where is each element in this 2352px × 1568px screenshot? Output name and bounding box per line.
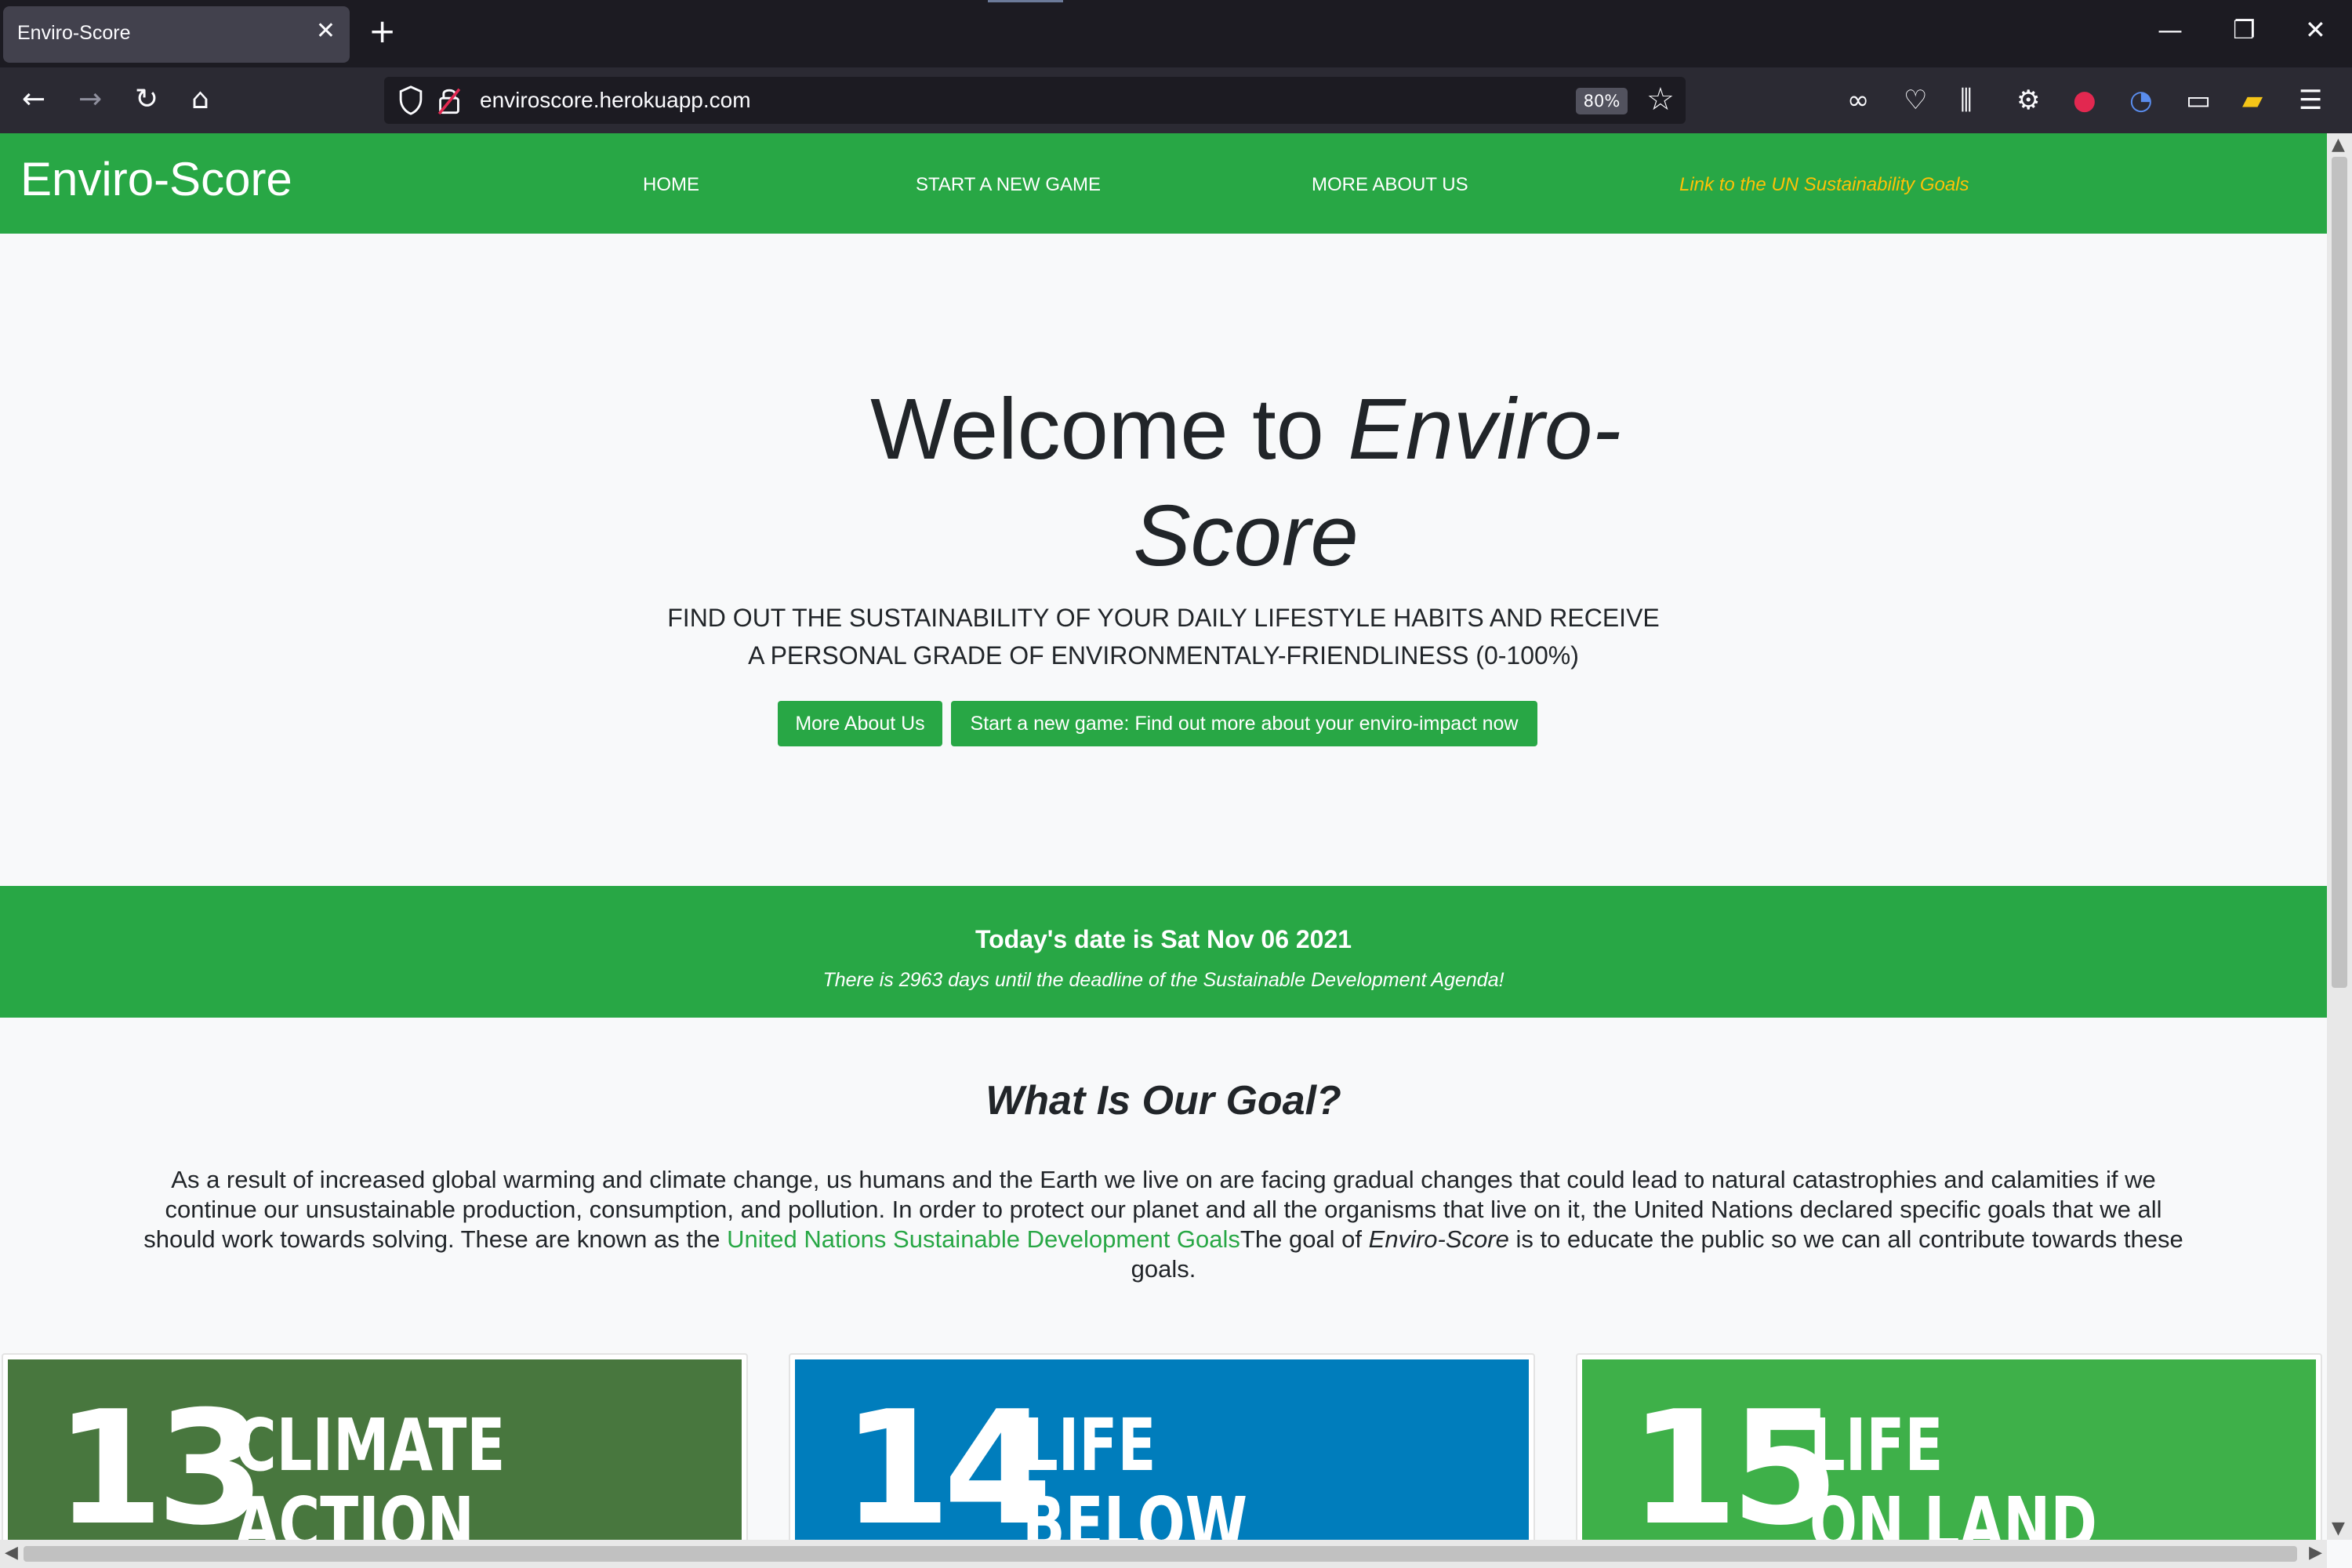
nav-un-goals-link[interactable]: Link to the UN Sustainability Goals bbox=[1679, 174, 1969, 196]
todays-date-text: Today's date is Sat Nov 06 2021 bbox=[975, 925, 1352, 953]
sdg-13-title: CLIMATE ACTION bbox=[235, 1403, 506, 1541]
home-icon[interactable]: ⌂ bbox=[191, 83, 209, 116]
browser-navigation-bar: ← → ↻ ⌂ enviroscore.herokuapp.com 80% ☆ … bbox=[0, 67, 2352, 133]
url-bar[interactable]: enviroscore.herokuapp.com 80% ☆ bbox=[384, 77, 1686, 124]
browser-tab[interactable]: Enviro-Score ✕ bbox=[3, 6, 350, 63]
nav-start-game-link[interactable]: START A NEW GAME bbox=[916, 174, 1101, 196]
forward-arrow-icon[interactable]: → bbox=[78, 83, 102, 116]
more-about-us-button[interactable]: More About Us bbox=[778, 701, 942, 746]
extension-lock-icon[interactable]: ● bbox=[2073, 85, 2096, 116]
sdg-15-title-line1: LIFE bbox=[1809, 1403, 1944, 1487]
deadline-countdown-text: There is 2963 days until the deadline of… bbox=[822, 969, 1504, 991]
nav-home-link[interactable]: HOME bbox=[643, 174, 699, 196]
goal-text-mid: The goal of bbox=[1240, 1225, 1369, 1253]
back-arrow-icon[interactable]: ← bbox=[22, 83, 45, 116]
goal-heading: What Is Our Goal? bbox=[985, 1078, 1341, 1123]
private-mask-icon[interactable]: ∞ bbox=[1847, 85, 1869, 116]
browser-tab-bar: Enviro-Score ✕ + — ❐ ✕ bbox=[0, 0, 2352, 67]
zoom-level-badge[interactable]: 80% bbox=[1576, 88, 1628, 114]
minimize-window-icon[interactable]: — bbox=[2158, 14, 2183, 45]
tab-strip-indicator bbox=[988, 0, 1063, 2]
sdg-13-number: 13 bbox=[55, 1377, 265, 1541]
goal-paragraph: As a result of increased global warming … bbox=[133, 1165, 2194, 1284]
sdg-15-title: LIFE ON LAND bbox=[1809, 1403, 2097, 1541]
sdg-14-title-line2: BELOW WATER bbox=[1022, 1482, 1248, 1541]
scroll-left-arrow-icon[interactable]: ◀ bbox=[5, 1543, 18, 1563]
sdg-13-title-line2: ACTION bbox=[235, 1482, 474, 1541]
sdg-card-14[interactable]: 14 LIFE BELOW WATER bbox=[789, 1353, 1535, 1540]
sdg-15-image: 15 LIFE ON LAND bbox=[1582, 1359, 2316, 1540]
close-window-icon[interactable]: ✕ bbox=[2305, 14, 2326, 45]
vertical-scrollbar[interactable]: ▲ ▼ bbox=[2327, 133, 2352, 1540]
reload-icon[interactable]: ↻ bbox=[135, 83, 158, 116]
sdg-14-title-line1: LIFE bbox=[1022, 1403, 1156, 1487]
sdg-card-13[interactable]: 13 CLIMATE ACTION bbox=[2, 1353, 748, 1540]
shield-icon[interactable] bbox=[397, 85, 425, 116]
restore-window-icon[interactable]: ❐ bbox=[2233, 14, 2256, 45]
un-sdg-link[interactable]: United Nations Sustainable Development G… bbox=[727, 1225, 1240, 1253]
vertical-scroll-thumb[interactable] bbox=[2332, 157, 2347, 988]
hero-title: Welcome to Enviro-Score bbox=[0, 376, 2327, 590]
extension-sync-icon[interactable]: ◔ bbox=[2129, 85, 2153, 116]
url-text[interactable]: enviroscore.herokuapp.com bbox=[480, 88, 751, 113]
reader-view-icon[interactable]: ▭ bbox=[2186, 85, 2211, 116]
sdg-15-title-line2: ON LAND bbox=[1809, 1482, 2097, 1541]
sdg-14-number: 14 bbox=[842, 1377, 1052, 1541]
bookmark-star-icon[interactable]: ☆ bbox=[1646, 82, 1675, 118]
nav-about-link[interactable]: MORE ABOUT US bbox=[1312, 174, 1468, 196]
extension-w-icon[interactable]: ▰ bbox=[2242, 85, 2263, 116]
hamburger-menu-icon[interactable]: ☰ bbox=[2299, 85, 2322, 116]
hero-subtitle: FIND OUT THE SUSTAINABILITY OF YOUR DAIL… bbox=[0, 599, 2327, 674]
start-new-game-button[interactable]: Start a new game: Find out more about yo… bbox=[951, 701, 1537, 746]
pocket-icon[interactable]: ♡ bbox=[1904, 85, 1927, 116]
scroll-down-arrow-icon[interactable]: ▼ bbox=[2332, 1519, 2345, 1538]
new-tab-button[interactable]: + bbox=[368, 14, 396, 49]
site-brand-logo[interactable]: Enviro-Score bbox=[20, 152, 292, 206]
horizontal-scroll-thumb[interactable] bbox=[24, 1546, 2297, 1562]
sdg-15-number: 15 bbox=[1629, 1377, 1839, 1541]
goal-text-brand: Enviro-Score bbox=[1368, 1225, 1509, 1253]
horizontal-scrollbar[interactable]: ◀ ▶ bbox=[0, 1540, 2327, 1568]
sdg-14-image: 14 LIFE BELOW WATER bbox=[795, 1359, 1529, 1540]
sdg-14-title: LIFE BELOW WATER bbox=[1022, 1403, 1417, 1541]
insecure-lock-icon[interactable] bbox=[437, 85, 461, 116]
web-page: Enviro-Score HOME START A NEW GAME MORE … bbox=[0, 133, 2327, 1540]
date-banner: Today's date is Sat Nov 06 2021 There is… bbox=[0, 886, 2327, 1018]
settings-gear-icon[interactable]: ⚙ bbox=[2016, 85, 2040, 116]
hero-title-plain: Welcome to bbox=[870, 381, 1348, 477]
sdg-13-image: 13 CLIMATE ACTION bbox=[8, 1359, 742, 1540]
sdg-card-15[interactable]: 15 LIFE ON LAND bbox=[1576, 1353, 2322, 1540]
site-navbar: Enviro-Score HOME START A NEW GAME MORE … bbox=[0, 133, 2327, 234]
hero-subtitle-line2: A PERSONAL GRADE OF ENVIRONMENTALY-FRIEN… bbox=[748, 641, 1579, 670]
tab-title: Enviro-Score bbox=[17, 22, 131, 44]
hero-subtitle-line1: FIND OUT THE SUSTAINABILITY OF YOUR DAIL… bbox=[667, 604, 1660, 632]
sdg-13-title-line1: CLIMATE bbox=[235, 1403, 506, 1487]
scroll-up-arrow-icon[interactable]: ▲ bbox=[2332, 135, 2345, 154]
library-icon[interactable]: ⫼ bbox=[1960, 85, 1973, 116]
scroll-right-arrow-icon[interactable]: ▶ bbox=[2309, 1543, 2322, 1563]
close-tab-icon[interactable]: ✕ bbox=[316, 17, 336, 45]
